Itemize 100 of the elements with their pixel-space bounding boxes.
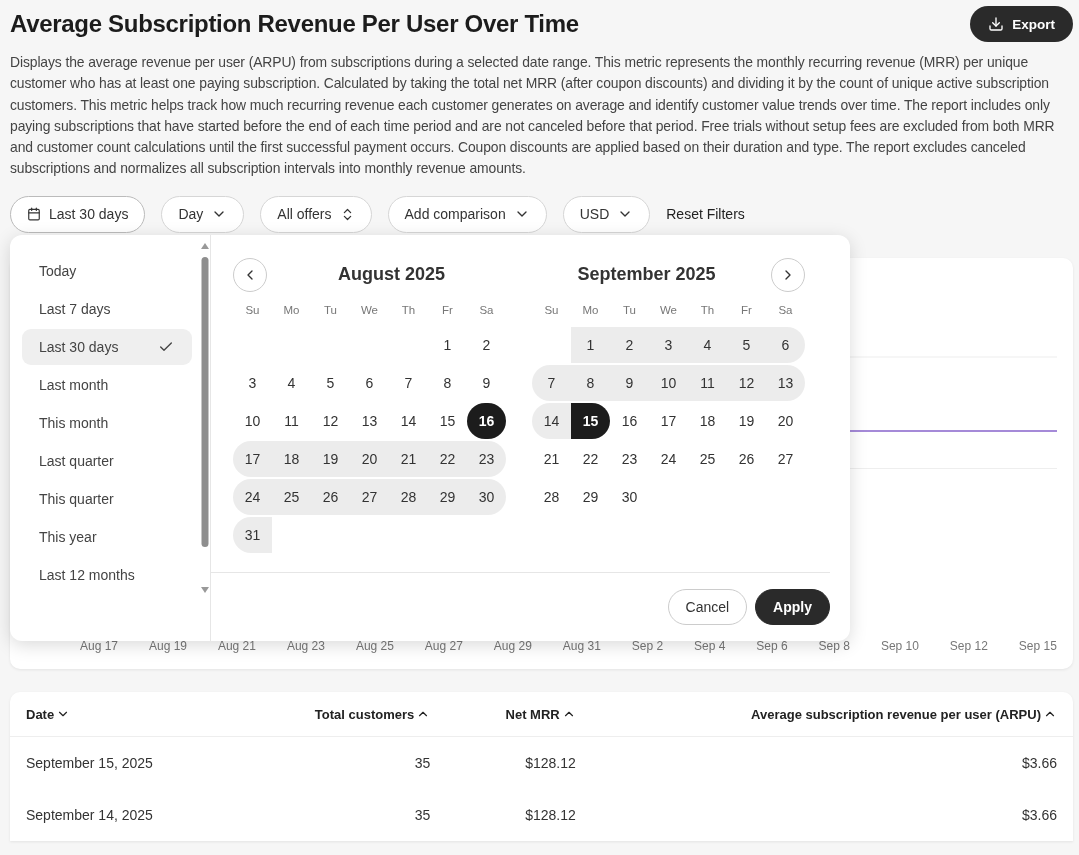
- calendar-day[interactable]: 10: [649, 364, 688, 401]
- reset-filters-link[interactable]: Reset Filters: [666, 206, 745, 223]
- calendar-day[interactable]: 23: [467, 440, 506, 477]
- calendar-day[interactable]: 7: [389, 364, 428, 401]
- axis-label: Aug 21: [217, 638, 256, 653]
- preset-option[interactable]: Today: [22, 252, 192, 289]
- calendar-day[interactable]: 15: [571, 402, 610, 439]
- calendar-day[interactable]: 7: [532, 364, 571, 401]
- calendar-day[interactable]: 13: [766, 364, 805, 401]
- dropdown-button[interactable]: Day: [161, 195, 245, 233]
- calendar-day[interactable]: 12: [727, 364, 766, 401]
- table-cell: September 15, 2025: [10, 736, 237, 789]
- preset-option[interactable]: Last month: [22, 366, 192, 403]
- calendar-day[interactable]: 5: [727, 326, 766, 363]
- column-header[interactable]: Net MRR: [446, 691, 592, 737]
- cancel-button[interactable]: Cancel: [667, 588, 748, 625]
- offers-select[interactable]: All offers: [260, 195, 372, 233]
- axis-label: Aug 25: [355, 638, 394, 653]
- preset-option[interactable]: This quarter: [22, 480, 192, 517]
- axis-label: Aug 17: [80, 638, 119, 653]
- table-cell-text: September 14, 2025: [25, 805, 154, 825]
- calendar-day[interactable]: 14: [389, 402, 428, 439]
- column-header[interactable]: Total customers: [236, 691, 447, 737]
- calendar-day[interactable]: 29: [571, 478, 610, 515]
- weekday-label: We: [359, 302, 379, 318]
- calendar-day[interactable]: 27: [766, 440, 805, 477]
- month-title: September 2025: [576, 264, 717, 286]
- calendar-day[interactable]: 27: [350, 478, 389, 515]
- calendar-day[interactable]: 17: [649, 402, 688, 439]
- preset-option[interactable]: Last 30 days: [22, 328, 192, 365]
- calendar-day[interactable]: 23: [610, 440, 649, 477]
- calendar-day[interactable]: 28: [532, 478, 571, 515]
- column-header[interactable]: Date: [10, 691, 237, 737]
- calendar-day[interactable]: 2: [610, 326, 649, 363]
- calendar-day[interactable]: 4: [688, 326, 727, 363]
- calendar-day[interactable]: 9: [610, 364, 649, 401]
- dropdown-button[interactable]: Add comparison: [387, 195, 547, 233]
- preset-option[interactable]: Last quarter: [22, 442, 192, 479]
- calendar-day[interactable]: 16: [467, 402, 506, 439]
- calendar-day[interactable]: 6: [766, 326, 805, 363]
- preset-option[interactable]: Last 7 days: [22, 290, 192, 327]
- calendar-day[interactable]: 11: [272, 402, 311, 439]
- calendar-day[interactable]: 12: [311, 402, 350, 439]
- calendar-day[interactable]: 1: [571, 326, 610, 363]
- calendar-day[interactable]: 21: [389, 440, 428, 477]
- calendar-day[interactable]: 2: [467, 326, 506, 363]
- calendar-day[interactable]: 26: [727, 440, 766, 477]
- calendar-day[interactable]: 24: [649, 440, 688, 477]
- dropdown-button[interactable]: USD: [562, 195, 651, 233]
- calendar-day[interactable]: 30: [467, 478, 506, 515]
- next-month-button[interactable]: [771, 257, 805, 292]
- calendar-day[interactable]: 20: [766, 402, 805, 439]
- preset-option[interactable]: Last 12 months: [22, 556, 192, 593]
- column-header[interactable]: Average subscription revenue per user (ARPU): [591, 691, 1073, 737]
- calendar-day[interactable]: 16: [610, 402, 649, 439]
- calendar-day[interactable]: 1: [428, 326, 467, 363]
- calendar-day[interactable]: 4: [272, 364, 311, 401]
- date-range-button[interactable]: Last 30 days: [10, 195, 146, 233]
- preset-option[interactable]: This month: [22, 404, 192, 441]
- weekday-label: Fr: [441, 302, 454, 318]
- calendar-day[interactable]: 24: [233, 478, 272, 515]
- calendar-day[interactable]: 15: [428, 402, 467, 439]
- calendar-day[interactable]: 22: [428, 440, 467, 477]
- calendar-day[interactable]: 17: [233, 440, 272, 477]
- calendar-day[interactable]: 3: [233, 364, 272, 401]
- weekday-label: Su: [244, 302, 261, 318]
- calendar-day[interactable]: 26: [311, 478, 350, 515]
- calendar-day[interactable]: 8: [428, 364, 467, 401]
- export-button[interactable]: Export: [970, 6, 1073, 42]
- weekday-label: Th: [699, 302, 716, 318]
- calendar-day[interactable]: 13: [350, 402, 389, 439]
- calendar-day[interactable]: 5: [311, 364, 350, 401]
- calendar-day[interactable]: 31: [233, 516, 272, 553]
- calendar-day[interactable]: 10: [233, 402, 272, 439]
- calendar-day[interactable]: 30: [610, 478, 649, 515]
- apply-button[interactable]: Apply: [755, 588, 830, 625]
- calendar-day[interactable]: 20: [350, 440, 389, 477]
- calendar-day[interactable]: 21: [532, 440, 571, 477]
- calendar-day[interactable]: 25: [688, 440, 727, 477]
- weekday-label: Sa: [777, 302, 794, 318]
- previous-month-button[interactable]: [233, 257, 267, 292]
- download-icon: [988, 16, 1005, 32]
- calendar-day[interactable]: 25: [272, 478, 311, 515]
- axis-label: Sep 4: [694, 638, 726, 653]
- preset-option[interactable]: This year: [22, 518, 192, 555]
- calendar-day[interactable]: 18: [272, 440, 311, 477]
- calendar-day[interactable]: 11: [688, 364, 727, 401]
- calendar-day[interactable]: 6: [350, 364, 389, 401]
- calendar-day[interactable]: 9: [467, 364, 506, 401]
- calendar-day[interactable]: 3: [649, 326, 688, 363]
- calendar-day[interactable]: 19: [727, 402, 766, 439]
- calendar-day[interactable]: 8: [571, 364, 610, 401]
- calendar-day[interactable]: 28: [389, 478, 428, 515]
- axis-label: Sep 15: [1018, 638, 1057, 653]
- axis-label: Aug 31: [562, 638, 601, 653]
- calendar-day[interactable]: 29: [428, 478, 467, 515]
- calendar-day[interactable]: 19: [311, 440, 350, 477]
- calendar-day[interactable]: 18: [688, 402, 727, 439]
- calendar-day[interactable]: 14: [532, 402, 571, 439]
- calendar-day[interactable]: 22: [571, 440, 610, 477]
